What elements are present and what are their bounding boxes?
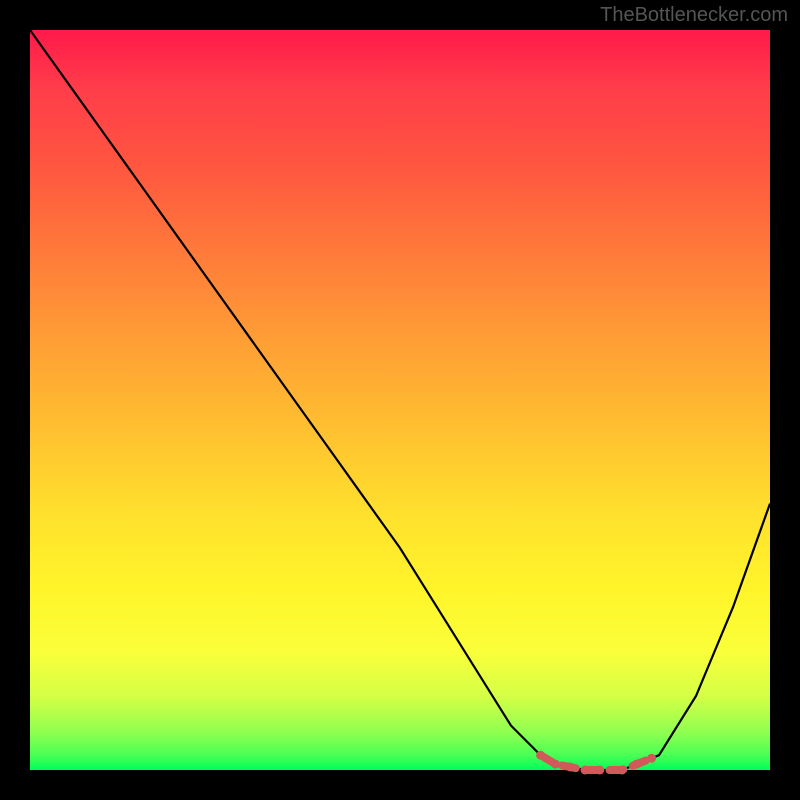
- optimal-range-markers: [536, 751, 656, 775]
- chart-plot-area: [30, 30, 770, 770]
- optimal-marker-dot: [566, 763, 575, 772]
- chart-svg: [30, 30, 770, 770]
- optimal-marker-dot: [618, 766, 627, 775]
- optimal-marker-dot: [581, 766, 590, 775]
- bottleneck-curve-line: [30, 30, 770, 770]
- optimal-marker-dot: [647, 754, 656, 763]
- optimal-marker-dot: [551, 760, 560, 769]
- optimal-marker-dot: [632, 760, 641, 769]
- optimal-marker-dot: [536, 751, 545, 760]
- attribution-text: TheBottlenecker.com: [600, 4, 788, 27]
- optimal-marker-dot: [595, 766, 604, 775]
